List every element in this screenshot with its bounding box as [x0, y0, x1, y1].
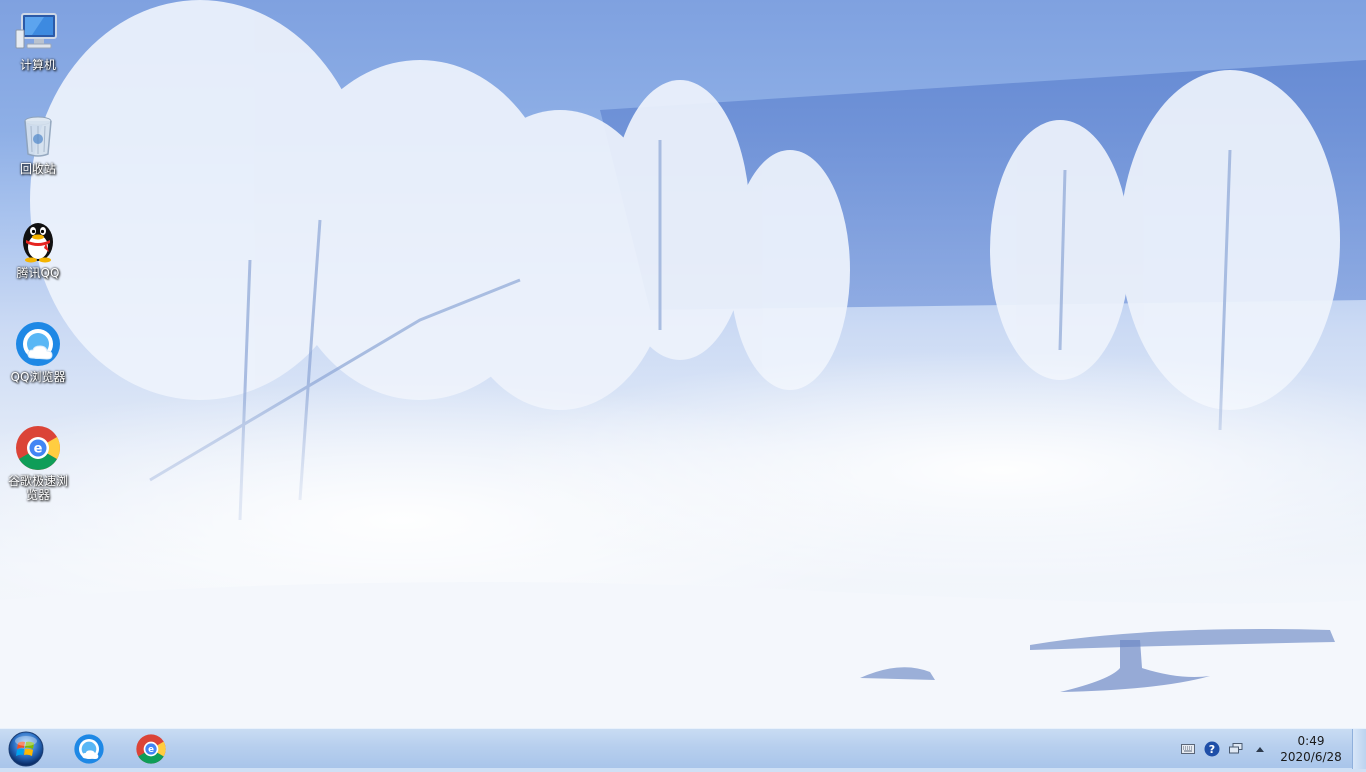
help-icon[interactable]: ?: [1204, 741, 1220, 757]
desktop-icon-qq-browser[interactable]: QQ浏览器: [4, 320, 72, 384]
desktop-icon-chrome-browser[interactable]: e 谷歌极速浏览器: [4, 424, 72, 502]
show-desktop-button[interactable]: [1352, 729, 1366, 769]
computer-icon: [14, 8, 62, 56]
recycle-bin-icon: [14, 112, 62, 160]
taskbar: e ? 0:49 2020/6/28: [0, 728, 1366, 769]
desktop-icon-label: 谷歌极速浏览器: [7, 474, 68, 502]
desktop-icon-label: QQ浏览器: [10, 370, 66, 384]
clock-date: 2020/6/28: [1280, 750, 1342, 764]
network-icon[interactable]: [1228, 741, 1244, 757]
svg-text:e: e: [148, 745, 154, 755]
svg-text:?: ?: [1209, 743, 1215, 756]
qq-browser-icon: [74, 734, 104, 764]
desktop-icon-computer[interactable]: 计算机: [4, 8, 72, 72]
taskbar-app-chrome-browser[interactable]: e: [125, 731, 177, 767]
svg-text:e: e: [34, 442, 43, 457]
desktop-icon-qq[interactable]: 腾讯QQ: [4, 216, 72, 280]
qq-browser-icon: [14, 320, 62, 368]
qq-penguin-icon: [14, 216, 62, 264]
desktop-icon-label: 腾讯QQ: [16, 266, 60, 280]
desktop-icon-label: 回收站: [19, 162, 56, 176]
desktop-icon-recycle-bin[interactable]: 回收站: [4, 112, 72, 176]
chrome-browser-icon: e: [14, 424, 62, 472]
keyboard-icon[interactable]: [1180, 741, 1196, 757]
system-tray: ? 0:49 2020/6/28: [1176, 729, 1350, 769]
desktop-icon-label: 计算机: [19, 58, 56, 72]
taskbar-clock[interactable]: 0:49 2020/6/28: [1272, 733, 1350, 765]
start-button[interactable]: [4, 730, 48, 768]
windows-start-orb: [8, 731, 44, 767]
taskbar-app-qq-browser[interactable]: [63, 731, 115, 767]
chrome-browser-icon: e: [136, 734, 166, 764]
show-hidden-icons-arrow[interactable]: [1252, 741, 1268, 757]
clock-time: 0:49: [1297, 734, 1325, 748]
desktop-wallpaper: [0, 0, 1366, 728]
